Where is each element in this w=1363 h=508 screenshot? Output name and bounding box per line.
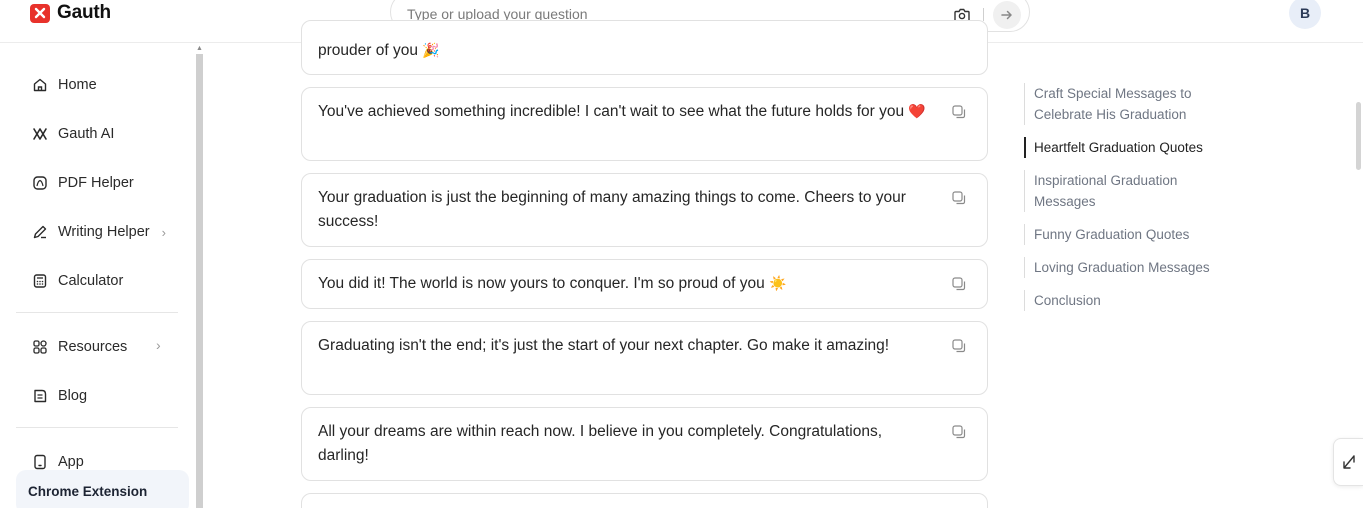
pdf-icon [33,176,47,190]
copy-icon[interactable] [951,104,967,120]
message-card: You've achieved something incredible! I … [301,87,988,161]
copy-icon[interactable] [951,338,967,354]
user-avatar[interactable]: B [1289,0,1321,29]
sidebar-item-label: Calculator [58,273,124,289]
message-card: prouder of you 🎉 [301,20,988,75]
sidebar-item-calculator[interactable]: Calculator [32,269,123,293]
toc-item-active[interactable]: Heartfelt Graduation Quotes [1024,137,1234,158]
sidebar-item-pdf-helper[interactable]: PDF Helper [32,171,134,195]
chrome-extension-button[interactable]: Chrome Extension [16,470,189,508]
floating-tool-button[interactable] [1333,438,1363,486]
sidebar-divider [16,312,178,313]
sidebar-item-gauth-ai[interactable]: Gauth AI [32,122,114,146]
message-card: You did it! The world is now yours to co… [301,259,988,309]
sidebar-divider [16,427,178,428]
sidebar-item-label: Home [58,77,97,93]
message-text: Graduating isn't the end; it's just the … [318,337,890,354]
chevron-right-icon: › [156,337,161,353]
message-card [301,493,988,508]
gauth-logo-icon [30,3,50,23]
submit-button[interactable] [993,1,1021,29]
sidebar-item-label: Gauth AI [58,126,115,142]
sidebar: Home Gauth AI PDF Helper Writing Helper … [0,44,203,508]
sidebar-scrollbar[interactable] [196,54,203,508]
pen-icon [33,225,47,239]
gauth-ai-icon [33,128,47,140]
sidebar-item-label: Writing Helper [58,224,150,240]
toc-item[interactable]: Craft Special Messages to Celebrate His … [1024,83,1234,125]
sidebar-item-writing-helper[interactable]: Writing Helper › [32,220,166,244]
toc-item[interactable]: Inspirational Graduation Messages [1024,170,1234,212]
toc-item[interactable]: Loving Graduation Messages [1024,257,1234,278]
message-text: You did it! The world is now yours to co… [318,275,787,292]
grid-icon [33,340,47,354]
copy-icon[interactable] [951,190,967,206]
arrow-right-icon [1001,10,1012,20]
gauth-logo[interactable]: Gauth [30,2,111,23]
sidebar-item-label: Resources [58,339,128,355]
expand-icon [1342,455,1355,469]
sidebar-item-label: App [58,454,84,470]
calculator-icon [33,274,47,288]
sidebar-item-label: PDF Helper [58,175,134,191]
search-divider [983,8,984,21]
message-card: Your graduation is just the beginning of… [301,173,988,247]
toc-item[interactable]: Conclusion [1024,290,1234,311]
message-text: Your graduation is just the beginning of… [318,189,906,230]
copy-icon[interactable] [951,276,967,292]
message-card: All your dreams are within reach now. I … [301,407,988,481]
message-card: Graduating isn't the end; it's just the … [301,321,988,395]
page-scrollbar[interactable] [1356,102,1361,170]
toc-item[interactable]: Funny Graduation Quotes [1024,224,1234,245]
sidebar-scroll-up-icon[interactable]: ▲ [196,44,203,54]
home-icon [33,78,47,92]
chevron-right-icon: › [161,224,166,240]
message-text: prouder of you 🎉 [318,42,440,59]
message-text: All your dreams are within reach now. I … [318,423,883,464]
copy-icon[interactable] [951,424,967,440]
sidebar-item-home[interactable]: Home [32,73,97,97]
chrome-extension-label: Chrome Extension [28,484,148,499]
message-text: You've achieved something incredible! I … [318,103,926,120]
blog-icon [34,389,47,403]
sidebar-item-label: Blog [58,388,88,404]
sidebar-item-resources[interactable]: Resources [32,335,127,359]
brand-name: Gauth [57,2,111,23]
phone-icon [34,454,46,470]
sidebar-item-blog[interactable]: Blog [32,384,87,408]
